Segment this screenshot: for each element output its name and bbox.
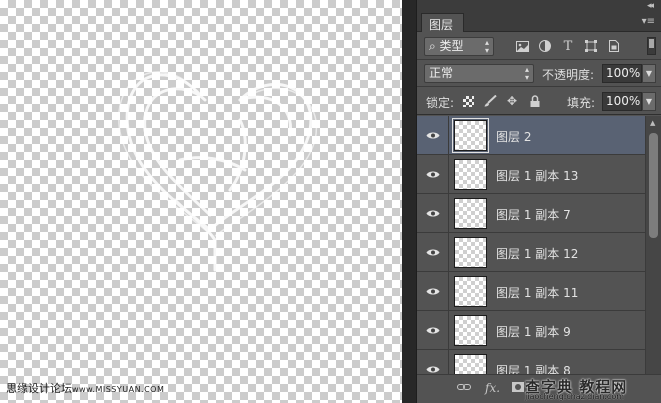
- visibility-eye-icon[interactable]: [417, 311, 449, 349]
- watermark-small-text: jiaocheng.chazidian.com: [525, 392, 625, 401]
- layer-filter-row: ⌕ 类型 ▴ ▾ T: [417, 33, 661, 60]
- layer-row[interactable]: 图层 1 副本 11: [417, 272, 645, 311]
- visibility-eye-icon[interactable]: [417, 155, 449, 193]
- layers-panel: ◂◂ 图层 ▾≡ ⌕ 类型 ▴ ▾ T 正常 ▴ ▾ 不透明度: 100% ▼ …: [416, 0, 661, 403]
- layer-thumbnail[interactable]: [454, 159, 487, 190]
- visibility-eye-icon[interactable]: [417, 194, 449, 232]
- tab-layers[interactable]: 图层: [421, 13, 465, 32]
- workspace-gutter: [402, 0, 416, 403]
- layer-name[interactable]: 图层 1 副本 9: [496, 323, 571, 340]
- lock-row: 锁定: ✥ 填充: 100% ▼: [417, 88, 661, 115]
- opacity-dropdown-button[interactable]: ▼: [642, 64, 656, 83]
- layer-thumbnail[interactable]: [454, 354, 487, 374]
- layer-name[interactable]: 图层 1 副本 12: [496, 245, 578, 262]
- visibility-eye-icon[interactable]: [417, 233, 449, 271]
- panel-top-bar: ◂◂: [417, 0, 661, 13]
- layer-thumbnail[interactable]: [454, 315, 487, 346]
- lock-position-icon[interactable]: ✥: [505, 94, 519, 108]
- layer-style-fx-icon[interactable]: fx.: [485, 381, 500, 395]
- link-layers-icon[interactable]: [457, 381, 471, 395]
- layer-row[interactable]: 图层 1 副本 9: [417, 311, 645, 350]
- layer-name[interactable]: 图层 1 副本 11: [496, 284, 578, 301]
- lock-label: 锁定:: [426, 96, 455, 110]
- document-canvas[interactable]: 思缘设计论坛www.MISSYUAN.COM: [0, 0, 402, 403]
- panel-menu-icon[interactable]: ▾≡: [642, 16, 655, 27]
- layer-row[interactable]: 图层 1 副本 13: [417, 155, 645, 194]
- layers-scrollbar[interactable]: ▲: [645, 116, 661, 374]
- select-arrows-icon: ▴ ▾: [524, 65, 529, 82]
- layers-list: 图层 2 图层 1 副本 13 图层 1 副本 7 图层 1 副本 12 图层 …: [417, 116, 645, 374]
- heart-sketch-artwork: [118, 71, 318, 272]
- filter-toggle-switch[interactable]: [647, 37, 656, 55]
- fill-label: 填充:: [567, 96, 596, 110]
- layer-thumbnail[interactable]: [454, 276, 487, 307]
- layer-row[interactable]: 图层 1 副本 12: [417, 233, 645, 272]
- panel-tab-row: 图层 ▾≡: [417, 13, 661, 32]
- opacity-input[interactable]: 100%: [602, 64, 642, 83]
- watermark-url-text: www.MISSYUAN.COM: [72, 385, 165, 394]
- layer-name[interactable]: 图层 1 副本 7: [496, 206, 571, 223]
- filter-type-value: 类型: [439, 39, 464, 53]
- visibility-eye-icon[interactable]: [417, 350, 449, 374]
- layer-name[interactable]: 图层 1 副本 8: [496, 362, 571, 374]
- layer-row[interactable]: 图层 1 副本 7: [417, 194, 645, 233]
- blend-mode-row: 正常 ▴ ▾ 不透明度: 100% ▼: [417, 61, 661, 87]
- opacity-label: 不透明度:: [542, 68, 595, 82]
- watermark-cn-text: 思缘设计论坛: [6, 382, 72, 395]
- visibility-eye-icon[interactable]: [417, 116, 449, 154]
- filter-type-select[interactable]: ⌕ 类型 ▴ ▾: [424, 37, 494, 56]
- blend-mode-value: 正常: [429, 66, 454, 80]
- lock-image-pixels-icon[interactable]: [483, 94, 497, 108]
- smart-object-filter-icon[interactable]: [606, 38, 622, 54]
- layer-row[interactable]: 图层 1 副本 8: [417, 350, 645, 374]
- layer-row[interactable]: 图层 2: [417, 116, 645, 155]
- lock-transparent-pixels-icon[interactable]: [461, 94, 475, 108]
- adjustment-layer-filter-icon[interactable]: [537, 38, 553, 54]
- add-mask-icon[interactable]: [512, 381, 524, 395]
- layer-name[interactable]: 图层 1 副本 13: [496, 167, 578, 184]
- collapse-panel-icon[interactable]: ◂◂: [647, 1, 654, 11]
- watermark-missyuan: 思缘设计论坛www.MISSYUAN.COM: [6, 380, 164, 396]
- scrollbar-thumb[interactable]: [649, 133, 658, 238]
- pixel-layer-filter-icon[interactable]: [514, 38, 530, 54]
- layer-thumbnail[interactable]: [454, 237, 487, 268]
- fill-dropdown-button[interactable]: ▼: [642, 92, 656, 111]
- layer-thumbnail[interactable]: [454, 198, 487, 229]
- layers-bottom-bar: fx. 查字典 教程网 jiaocheng.chazidian.com: [417, 374, 661, 403]
- lock-all-icon[interactable]: [528, 94, 542, 108]
- fill-input[interactable]: 100%: [602, 92, 642, 111]
- layer-name[interactable]: 图层 2: [496, 128, 531, 145]
- type-layer-filter-icon[interactable]: T: [560, 38, 576, 54]
- blend-mode-select[interactable]: 正常 ▴ ▾: [424, 64, 534, 83]
- search-icon: ⌕: [429, 39, 440, 53]
- shape-layer-filter-icon[interactable]: [583, 38, 599, 54]
- layer-thumbnail[interactable]: [452, 118, 489, 153]
- select-arrows-icon: ▴ ▾: [484, 38, 489, 55]
- visibility-eye-icon[interactable]: [417, 272, 449, 310]
- scroll-up-arrow-icon[interactable]: ▲: [650, 119, 655, 127]
